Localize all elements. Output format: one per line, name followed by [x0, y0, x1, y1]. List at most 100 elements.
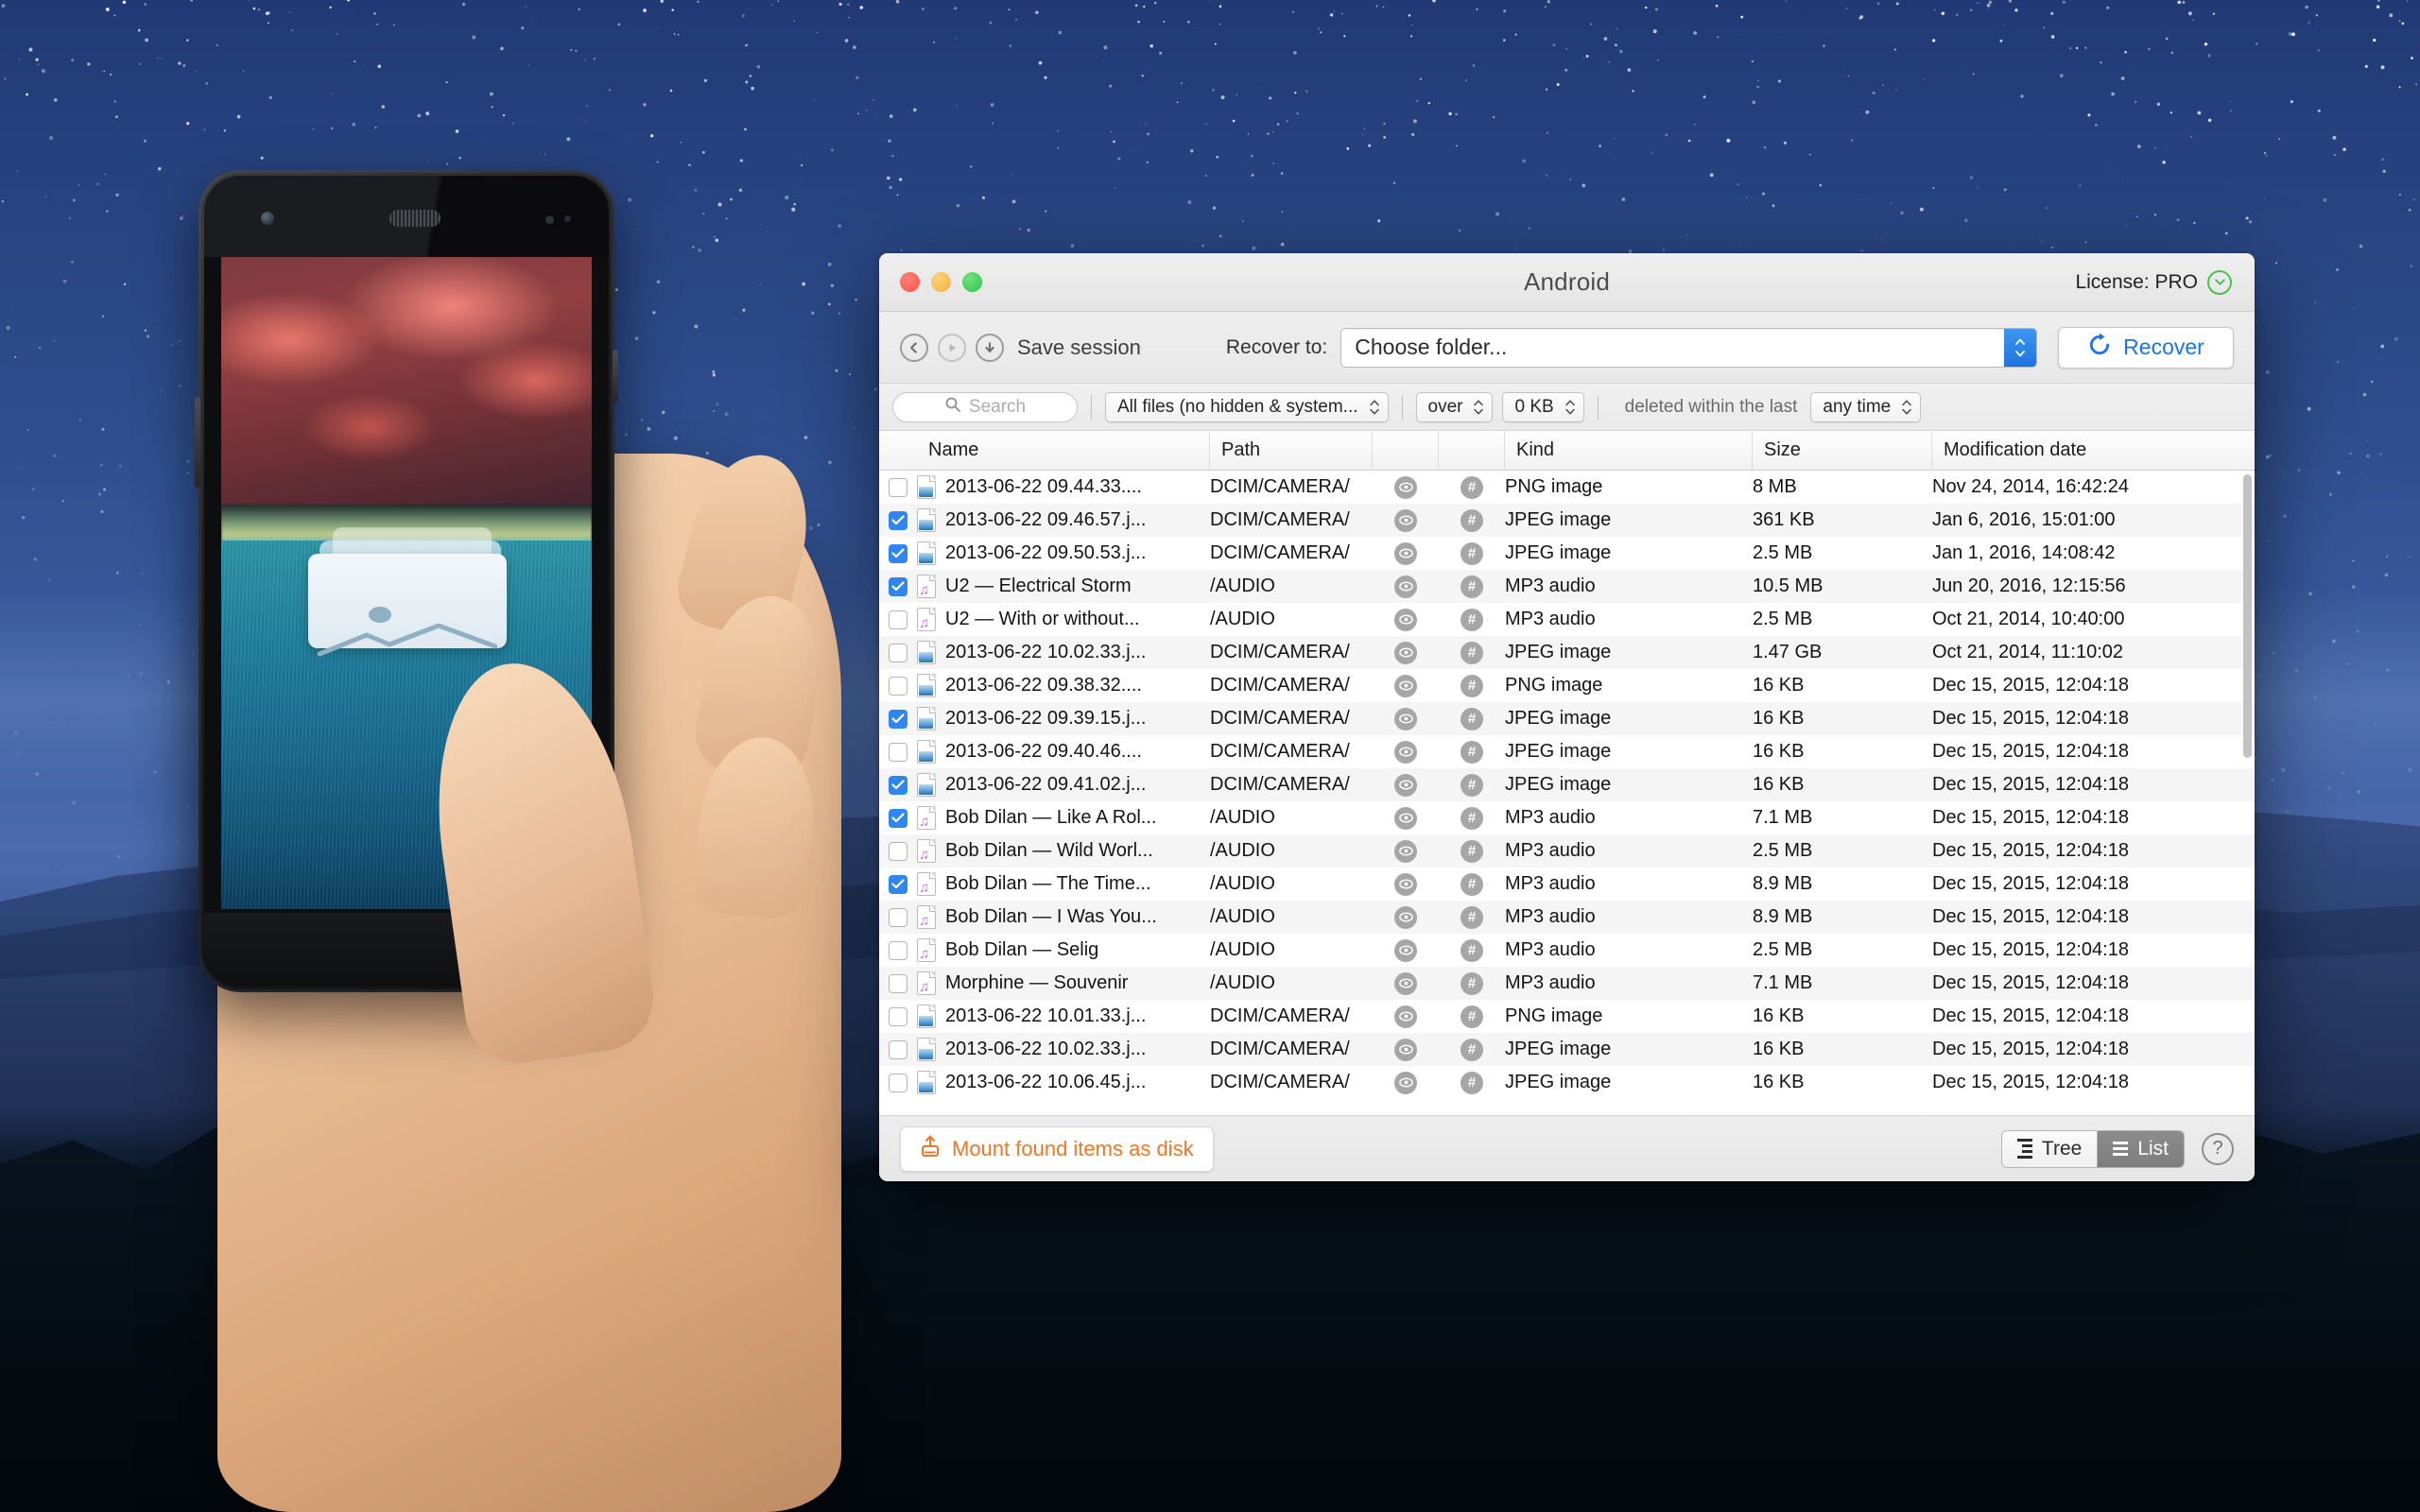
- row-preview-cell[interactable]: [1373, 1072, 1439, 1094]
- row-checkbox-cell[interactable]: [879, 974, 917, 993]
- row-checkbox-cell[interactable]: [879, 478, 917, 497]
- row-checkbox[interactable]: [889, 809, 908, 828]
- column-header-preview[interactable]: [1373, 431, 1439, 470]
- row-hex-cell[interactable]: #: [1439, 1039, 1505, 1061]
- hash-icon[interactable]: #: [1461, 939, 1483, 962]
- eye-icon[interactable]: [1394, 774, 1417, 797]
- row-hex-cell[interactable]: #: [1439, 741, 1505, 764]
- row-checkbox-cell[interactable]: [879, 875, 917, 894]
- row-checkbox-cell[interactable]: [879, 710, 917, 729]
- row-checkbox[interactable]: [889, 842, 908, 861]
- row-checkbox[interactable]: [889, 1074, 908, 1092]
- column-header-name[interactable]: Name: [917, 431, 1210, 470]
- view-mode-segmented-control[interactable]: Tree List: [2001, 1130, 2185, 1168]
- row-checkbox-cell[interactable]: [879, 1074, 917, 1092]
- download-circle-icon[interactable]: [976, 334, 1004, 362]
- eye-icon[interactable]: [1394, 807, 1417, 830]
- eye-icon[interactable]: [1394, 1039, 1417, 1061]
- table-row[interactable]: ♫Bob Dilan — I Was You.../AUDIO#MP3 audi…: [879, 901, 2255, 934]
- row-checkbox-cell[interactable]: [879, 544, 917, 563]
- license-status[interactable]: License: PRO: [2075, 270, 2232, 295]
- column-header-kind[interactable]: Kind: [1505, 431, 1753, 470]
- eye-icon[interactable]: [1394, 476, 1417, 499]
- table-row[interactable]: 2013-06-22 09.41.02.j...DCIM/CAMERA/#JPE…: [879, 768, 2255, 801]
- row-preview-cell[interactable]: [1373, 1039, 1439, 1061]
- hash-icon[interactable]: #: [1461, 476, 1483, 499]
- hash-icon[interactable]: #: [1461, 609, 1483, 631]
- eye-icon[interactable]: [1394, 675, 1417, 697]
- row-preview-cell[interactable]: [1373, 1005, 1439, 1028]
- mount-as-disk-button[interactable]: Mount found items as disk: [900, 1126, 1214, 1172]
- table-row[interactable]: 2013-06-22 09.44.33....DCIM/CAMERA/#PNG …: [879, 471, 2255, 504]
- table-row[interactable]: ♫U2 — Electrical Storm/AUDIO#MP3 audio10…: [879, 570, 2255, 603]
- row-preview-cell[interactable]: [1373, 774, 1439, 797]
- hash-icon[interactable]: #: [1461, 807, 1483, 830]
- list-view-button[interactable]: List: [2098, 1131, 2184, 1167]
- row-checkbox[interactable]: [889, 875, 908, 894]
- table-row[interactable]: 2013-06-22 10.01.33.j...DCIM/CAMERA/#PNG…: [879, 1000, 2255, 1033]
- hash-icon[interactable]: #: [1461, 542, 1483, 565]
- row-preview-cell[interactable]: [1373, 741, 1439, 764]
- row-checkbox[interactable]: [889, 677, 908, 696]
- eye-icon[interactable]: [1394, 741, 1417, 764]
- hash-icon[interactable]: #: [1461, 509, 1483, 532]
- table-row[interactable]: 2013-06-22 09.40.46....DCIM/CAMERA/#JPEG…: [879, 735, 2255, 768]
- help-button[interactable]: ?: [2202, 1133, 2234, 1165]
- row-checkbox-cell[interactable]: [879, 743, 917, 762]
- hash-icon[interactable]: #: [1461, 1072, 1483, 1094]
- row-preview-cell[interactable]: [1373, 476, 1439, 499]
- eye-icon[interactable]: [1394, 1005, 1417, 1028]
- row-preview-cell[interactable]: [1373, 609, 1439, 631]
- row-checkbox[interactable]: [889, 974, 908, 993]
- hash-icon[interactable]: #: [1461, 1005, 1483, 1028]
- row-checkbox-cell[interactable]: [879, 577, 917, 596]
- table-row[interactable]: 2013-06-22 10.02.33.j...DCIM/CAMERA/#JPE…: [879, 1033, 2255, 1066]
- row-checkbox[interactable]: [889, 908, 908, 927]
- table-row[interactable]: 2013-06-22 09.46.57.j...DCIM/CAMERA/#JPE…: [879, 504, 2255, 537]
- tree-view-button[interactable]: Tree: [2002, 1131, 2098, 1167]
- row-hex-cell[interactable]: #: [1439, 642, 1505, 664]
- row-hex-cell[interactable]: #: [1439, 542, 1505, 565]
- row-checkbox[interactable]: [889, 776, 908, 795]
- row-hex-cell[interactable]: #: [1439, 840, 1505, 863]
- eye-icon[interactable]: [1394, 1072, 1417, 1094]
- table-row[interactable]: ♫Bob Dilan — Selig/AUDIO#MP3 audio2.5 MB…: [879, 934, 2255, 967]
- vertical-scrollbar[interactable]: [2243, 474, 2252, 1111]
- row-checkbox[interactable]: [889, 941, 908, 960]
- row-hex-cell[interactable]: #: [1439, 509, 1505, 532]
- hash-icon[interactable]: #: [1461, 972, 1483, 995]
- scrollbar-thumb[interactable]: [2243, 474, 2252, 758]
- row-hex-cell[interactable]: #: [1439, 972, 1505, 995]
- eye-icon[interactable]: [1394, 642, 1417, 664]
- table-row[interactable]: ♫Bob Dilan — The Time.../AUDIO#MP3 audio…: [879, 868, 2255, 901]
- table-row[interactable]: 2013-06-22 09.38.32....DCIM/CAMERA/#PNG …: [879, 669, 2255, 702]
- row-hex-cell[interactable]: #: [1439, 1072, 1505, 1094]
- table-row[interactable]: 2013-06-22 10.06.45.j...DCIM/CAMERA/#JPE…: [879, 1066, 2255, 1099]
- row-checkbox-cell[interactable]: [879, 941, 917, 960]
- chevron-down-circle-green-icon[interactable]: [2207, 270, 2232, 295]
- hash-icon[interactable]: #: [1461, 741, 1483, 764]
- time-filter-select[interactable]: any time: [1810, 392, 1921, 422]
- column-header-path[interactable]: Path: [1210, 431, 1373, 470]
- table-row[interactable]: ♫Bob Dilan — Like A Rol.../AUDIO#MP3 aud…: [879, 801, 2255, 834]
- row-preview-cell[interactable]: [1373, 939, 1439, 962]
- eye-icon[interactable]: [1394, 906, 1417, 929]
- row-checkbox-cell[interactable]: [879, 842, 917, 861]
- row-hex-cell[interactable]: #: [1439, 873, 1505, 896]
- row-checkbox-cell[interactable]: [879, 644, 917, 662]
- row-checkbox-cell[interactable]: [879, 1007, 917, 1026]
- row-preview-cell[interactable]: [1373, 509, 1439, 532]
- row-checkbox[interactable]: [889, 544, 908, 563]
- eye-icon[interactable]: [1394, 873, 1417, 896]
- row-preview-cell[interactable]: [1373, 576, 1439, 598]
- row-checkbox-cell[interactable]: [879, 511, 917, 530]
- row-preview-cell[interactable]: [1373, 642, 1439, 664]
- row-checkbox-cell[interactable]: [879, 776, 917, 795]
- eye-icon[interactable]: [1394, 542, 1417, 565]
- row-checkbox[interactable]: [889, 1007, 908, 1026]
- volume-button[interactable]: [195, 397, 200, 488]
- row-hex-cell[interactable]: #: [1439, 774, 1505, 797]
- row-hex-cell[interactable]: #: [1439, 939, 1505, 962]
- column-header-size[interactable]: Size: [1753, 431, 1932, 470]
- row-checkbox[interactable]: [889, 644, 908, 662]
